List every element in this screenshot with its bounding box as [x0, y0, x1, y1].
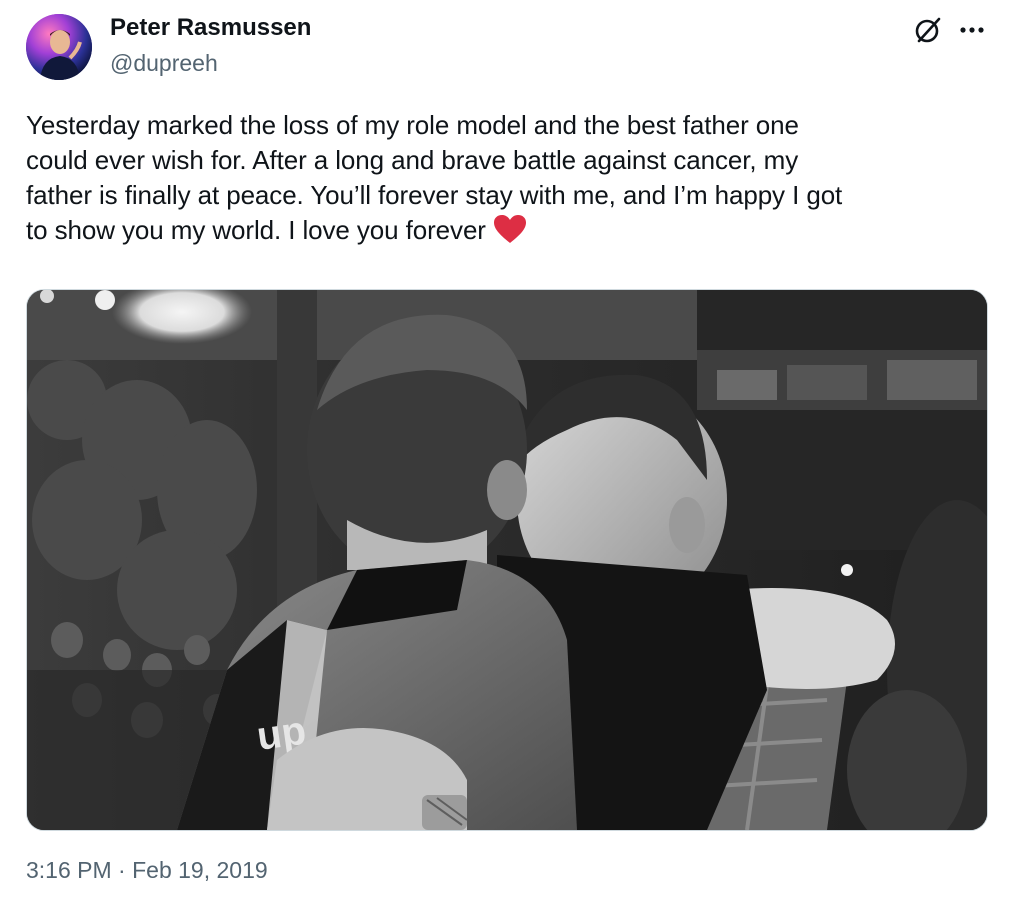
- profile-photo-icon: [26, 14, 92, 80]
- tweet-text: Yesterday marked the loss of my role mod…: [26, 108, 998, 248]
- tweet-time: 3:16 PM: [26, 857, 112, 883]
- more-options-icon[interactable]: [956, 16, 988, 44]
- tweet-text-line: father is finally at peace. You’ll forev…: [26, 180, 843, 210]
- tweet-text-line: could ever wish for. After a long and br…: [26, 145, 799, 175]
- tweet-text-line: Yesterday marked the loss of my role mod…: [26, 110, 799, 140]
- tweet-photo[interactable]: up: [26, 289, 988, 831]
- timestamp-separator: ·: [111, 857, 133, 883]
- tweet-timestamp[interactable]: 3:16 PM · Feb 19, 2019: [26, 857, 268, 884]
- author-display-name[interactable]: Peter Rasmussen: [110, 14, 311, 42]
- red-heart-icon: [492, 213, 528, 245]
- black-and-white-hug-photo-icon: up: [27, 290, 987, 830]
- tweet-text-line-last: to show you my world. I love you forever: [26, 213, 998, 248]
- grok-icon[interactable]: [912, 14, 944, 46]
- tweet-date: Feb 19, 2019: [132, 857, 268, 883]
- author-handle[interactable]: @dupreeh: [110, 50, 218, 77]
- tweet-text-line: to show you my world. I love you forever: [26, 215, 486, 245]
- author-avatar[interactable]: [26, 14, 92, 80]
- tweet-card: Peter Rasmussen @dupreeh Yesterday marke…: [0, 0, 1024, 910]
